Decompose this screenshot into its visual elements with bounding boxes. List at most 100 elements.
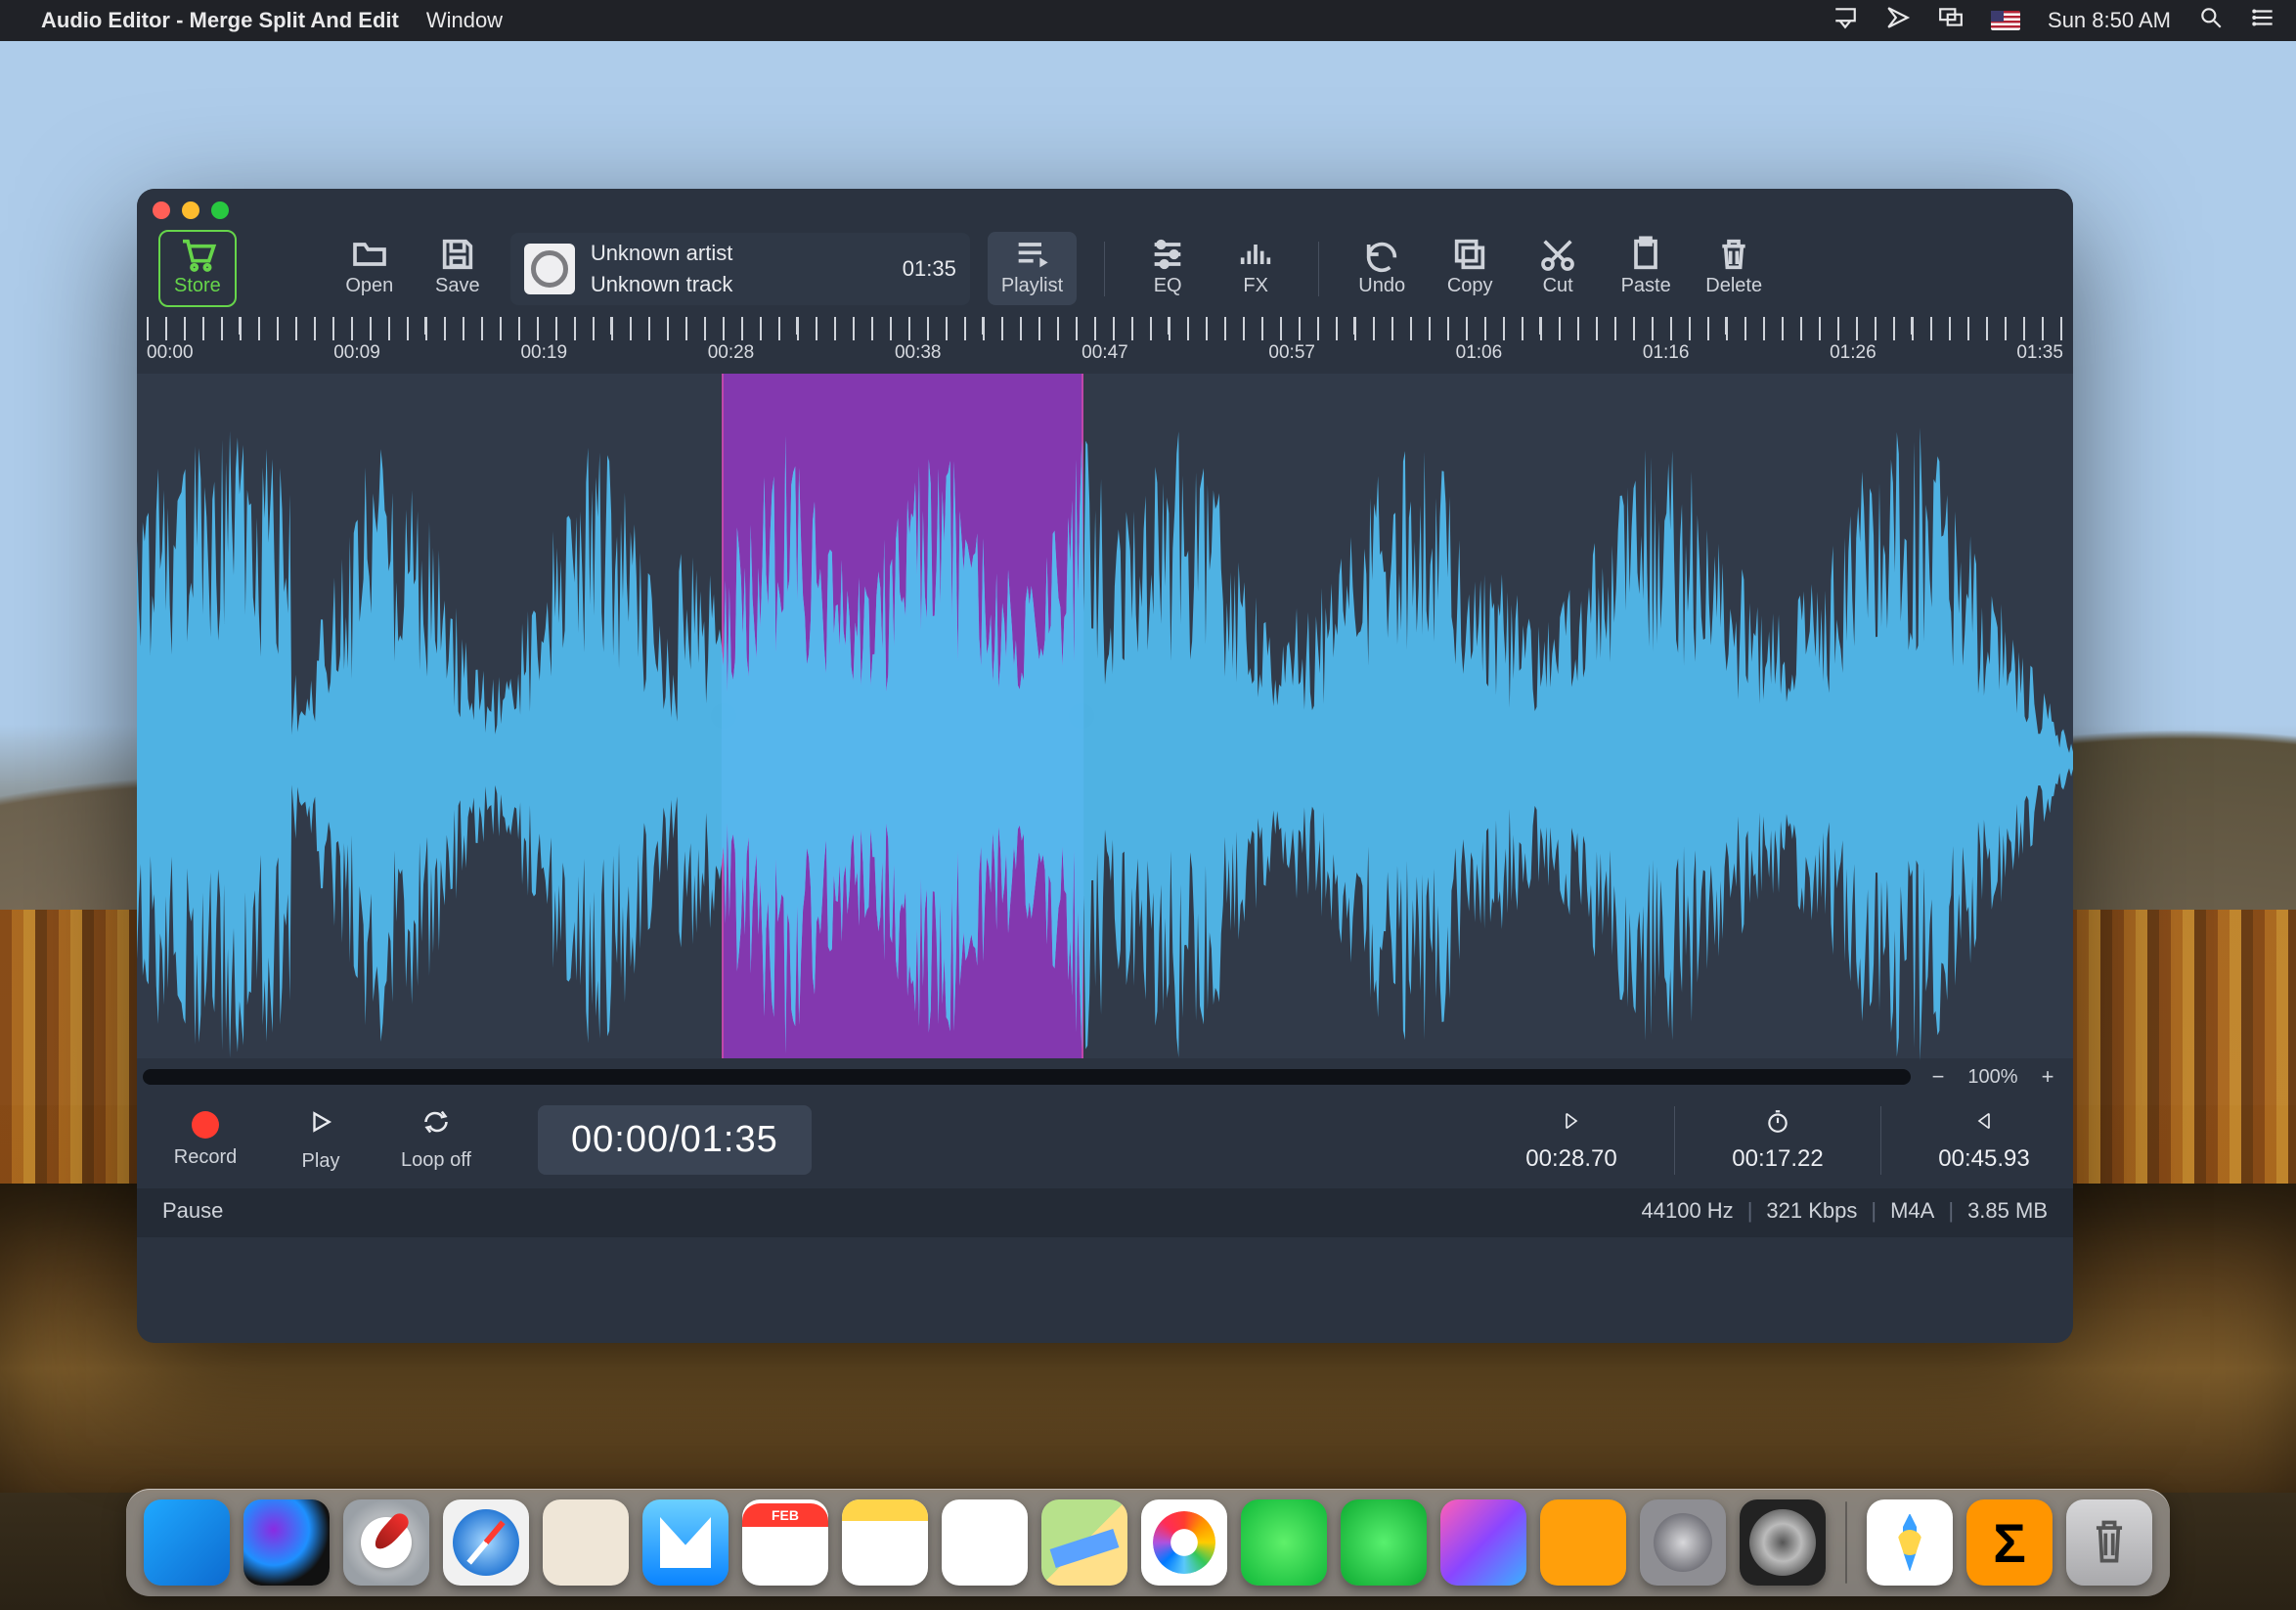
dock-app-facetime[interactable] bbox=[1341, 1499, 1427, 1586]
save-button[interactable]: Save bbox=[422, 240, 493, 297]
dock-app-orange[interactable]: Σ bbox=[1966, 1499, 2053, 1586]
play-button[interactable]: Play bbox=[278, 1107, 364, 1173]
timeline-ticks bbox=[147, 317, 2063, 340]
menubar-clock[interactable]: Sun 8:50 AM bbox=[2048, 8, 2171, 33]
keyboard-layout-flag-icon[interactable] bbox=[1991, 11, 2020, 30]
clipboard-icon bbox=[1626, 240, 1665, 269]
timeline-tick-label: 00:47 bbox=[1082, 342, 1128, 364]
copy-button[interactable]: Copy bbox=[1435, 240, 1505, 297]
stopwatch-icon bbox=[1765, 1106, 1790, 1136]
selection-region[interactable] bbox=[722, 374, 1083, 1058]
marker-divider bbox=[1674, 1106, 1675, 1175]
close-window-button[interactable] bbox=[153, 201, 170, 219]
nowplaying-artist: Unknown artist bbox=[591, 241, 733, 266]
timeline-tick-label: 00:09 bbox=[333, 342, 380, 364]
dock-app-itunes[interactable] bbox=[1440, 1499, 1526, 1586]
marker-divider bbox=[1880, 1106, 1881, 1175]
dock-app-messages[interactable] bbox=[1241, 1499, 1327, 1586]
dock-app-reminders[interactable] bbox=[942, 1499, 1028, 1586]
marker-duration: 00:17.22 bbox=[1714, 1106, 1841, 1173]
record-button[interactable]: Record bbox=[162, 1111, 248, 1169]
play-icon bbox=[308, 1107, 333, 1142]
spotlight-icon[interactable] bbox=[2198, 5, 2224, 36]
nowplaying-duration: 01:35 bbox=[903, 256, 956, 282]
undo-button[interactable]: Undo bbox=[1347, 240, 1417, 297]
fullscreen-window-button[interactable] bbox=[211, 201, 229, 219]
dock-app-contacts[interactable] bbox=[543, 1499, 629, 1586]
open-button[interactable]: Open bbox=[334, 240, 405, 297]
marker-in: 00:28.70 bbox=[1508, 1106, 1635, 1173]
toolbar-divider bbox=[1318, 242, 1319, 296]
minimize-window-button[interactable] bbox=[182, 201, 199, 219]
store-button[interactable]: Store bbox=[158, 230, 237, 307]
dock-app-dvd[interactable] bbox=[1740, 1499, 1826, 1586]
timeline-ruler[interactable]: 00:0000:0900:1900:2800:3800:4700:5701:06… bbox=[137, 317, 2073, 368]
menubar-window[interactable]: Window bbox=[426, 8, 503, 33]
dock-app-sysprefs[interactable] bbox=[1640, 1499, 1726, 1586]
zoom-scrollbar[interactable] bbox=[143, 1069, 1911, 1085]
window-titlebar[interactable] bbox=[137, 189, 2073, 214]
paste-button[interactable]: Paste bbox=[1611, 240, 1681, 297]
record-icon bbox=[192, 1111, 219, 1139]
equalizer-bars-icon bbox=[1236, 240, 1275, 269]
waveform-area[interactable] bbox=[137, 374, 2073, 1058]
loop-button[interactable]: Loop off bbox=[393, 1108, 479, 1172]
delete-button[interactable]: Delete bbox=[1699, 240, 1769, 297]
folder-open-icon bbox=[350, 240, 389, 269]
undo-icon bbox=[1362, 240, 1401, 269]
timeline-tick-label: 01:26 bbox=[1830, 342, 1877, 364]
screen-mirroring-icon[interactable] bbox=[1938, 5, 1964, 36]
dock-app-launchpad[interactable] bbox=[343, 1499, 429, 1586]
waveform-selected bbox=[137, 374, 2073, 1148]
dock-app-photos[interactable] bbox=[1141, 1499, 1227, 1586]
undo-label: Undo bbox=[1358, 275, 1405, 297]
copy-icon bbox=[1450, 240, 1489, 269]
notification-center-icon[interactable] bbox=[2251, 5, 2276, 36]
selection-end-handle[interactable] bbox=[1069, 703, 1094, 729]
dock-app-mail[interactable] bbox=[642, 1499, 729, 1586]
macos-menubar: Audio Editor - Merge Split And Edit Wind… bbox=[0, 0, 2296, 41]
timeline-tick-label: 00:19 bbox=[520, 342, 567, 364]
timeline-tick-label: 00:38 bbox=[895, 342, 942, 364]
scissors-icon bbox=[1538, 240, 1577, 269]
dock-app-maps[interactable] bbox=[1041, 1499, 1127, 1586]
waveform-main bbox=[137, 374, 2073, 1148]
zoom-out-button[interactable]: − bbox=[1924, 1064, 1952, 1090]
calendar-day: 4 bbox=[771, 1529, 800, 1582]
dock-app-trash[interactable] bbox=[2066, 1499, 2152, 1586]
dock-app-notes[interactable] bbox=[842, 1499, 928, 1586]
timeline-labels: 00:0000:0900:1900:2800:3800:4700:5701:06… bbox=[137, 340, 2073, 364]
dock-app-audioedit[interactable] bbox=[1867, 1499, 1953, 1586]
cart-icon bbox=[178, 240, 217, 269]
timeline-tick-label: 01:35 bbox=[2016, 342, 2063, 364]
dock-app-siri[interactable] bbox=[243, 1499, 330, 1586]
time-display: 00:00/01:35 bbox=[538, 1105, 812, 1175]
airplay-icon[interactable] bbox=[1832, 5, 1858, 36]
timeline-tick-label: 00:28 bbox=[708, 342, 755, 364]
menubar-appname[interactable]: Audio Editor - Merge Split And Edit bbox=[41, 8, 399, 33]
cut-button[interactable]: Cut bbox=[1523, 240, 1593, 297]
fx-button[interactable]: FX bbox=[1220, 240, 1291, 297]
dock-app-ibooks[interactable] bbox=[1540, 1499, 1626, 1586]
dock-app-calendar[interactable]: FEB4 bbox=[742, 1499, 828, 1586]
playlist-label: Playlist bbox=[1001, 275, 1063, 297]
zoom-value: 100% bbox=[1952, 1066, 2034, 1089]
playlist-button[interactable]: Playlist bbox=[988, 232, 1077, 305]
zoom-in-button[interactable]: + bbox=[2034, 1064, 2061, 1090]
status-bitrate: 321 Kbps bbox=[1766, 1198, 1857, 1224]
transport-bar: Record Play Loop off 00:00/01:35 00:28.7… bbox=[137, 1096, 2073, 1188]
selection-start-handle[interactable] bbox=[711, 703, 736, 729]
save-label: Save bbox=[435, 275, 480, 297]
marker-duration-value: 00:17.22 bbox=[1732, 1145, 1823, 1173]
calendar-top: FEB bbox=[742, 1503, 828, 1527]
bluetooth-icon[interactable] bbox=[1885, 5, 1911, 36]
status-divider bbox=[1857, 1198, 1890, 1224]
timeline-tick-label: 01:16 bbox=[1643, 342, 1690, 364]
eq-button[interactable]: EQ bbox=[1132, 240, 1203, 297]
dock-app-finder[interactable] bbox=[144, 1499, 230, 1586]
toolbar: Store Open Save Unknown artist Unknown t… bbox=[137, 214, 2073, 317]
macos-dock: FEB4 Σ bbox=[126, 1489, 2170, 1596]
dock-app-safari[interactable] bbox=[443, 1499, 529, 1586]
record-label: Record bbox=[174, 1146, 237, 1169]
save-icon bbox=[438, 240, 477, 269]
